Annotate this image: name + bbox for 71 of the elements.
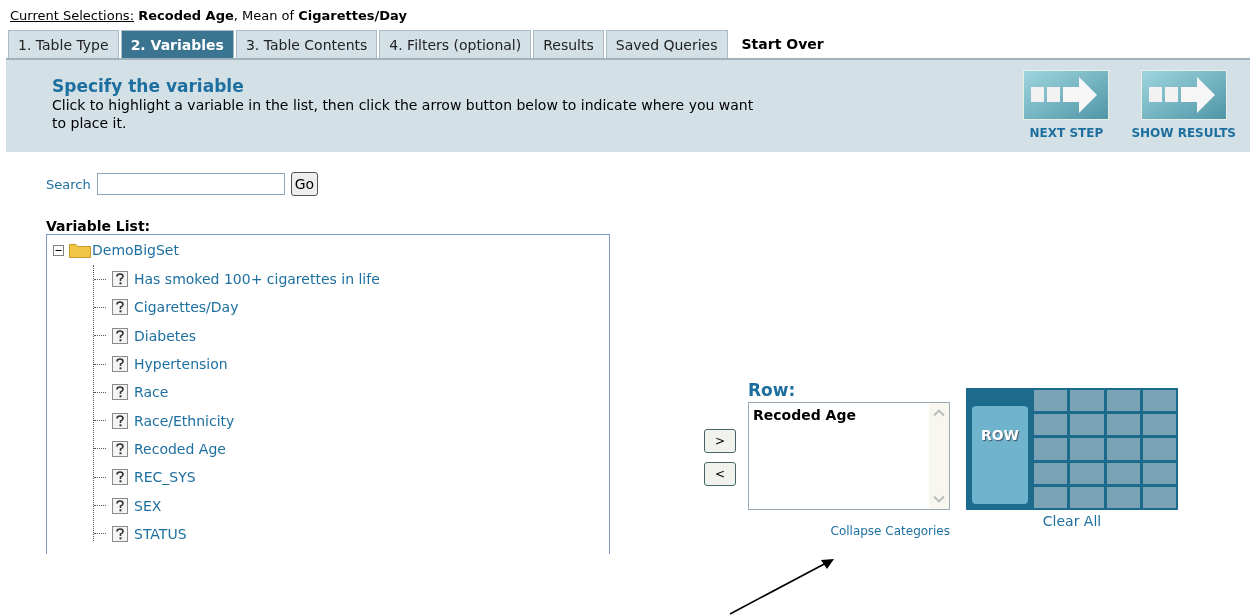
go-button[interactable]: Go [290,172,319,196]
grid-cell [1106,462,1140,484]
question-mark-icon [112,412,128,429]
current-selections-text: Recoded Age, Mean of Cigarettes/Day [138,8,407,23]
grid-cell [1034,390,1068,412]
grid-cell [1106,486,1140,508]
grid-cell [1070,486,1104,508]
grid-cell [1034,486,1068,508]
grid-cell [1142,414,1176,436]
arrow-button-icon[interactable] [1023,70,1110,120]
row-zone: ROW [972,406,1028,504]
question-mark-icon [112,327,128,344]
arrow-button-icon[interactable] [1140,70,1227,120]
current-selections-link[interactable]: Current Selections: [10,8,135,23]
variable-list-label: Variable List: [46,218,152,234]
grid-cell [1106,414,1140,436]
tree-variable-item[interactable]: Diabetes [134,327,197,344]
tab[interactable]: 4. Filters (optional) [379,30,532,58]
folder-icon [69,242,91,258]
tree-variable-item[interactable]: Hypertension [134,356,228,373]
tree-variable-item[interactable]: SEX [134,497,162,514]
tab[interactable]: 3. Table Contents [235,30,378,58]
start-over-link[interactable]: Start Over [729,30,836,58]
grid-cell [1106,390,1140,412]
grid-cell [1070,462,1104,484]
grid-cell [1142,438,1176,460]
question-mark-icon [112,469,128,486]
question-mark-icon [112,299,128,316]
question-mark-icon [112,384,128,401]
grid-cell [1070,438,1104,460]
tree-variable-item[interactable]: Has smoked 100+ cigarettes in life [134,271,380,288]
row-label: Row: [748,380,796,400]
collapse-icon[interactable] [53,244,64,256]
move-button[interactable]: < [704,462,736,486]
question-mark-icon [112,440,128,457]
grid-cell [1034,414,1068,436]
row-listbox[interactable]: Recoded Age [748,402,950,510]
search-field[interactable] [96,173,285,195]
tree-variable-item[interactable]: Recoded Age [134,440,226,457]
tree-variable-item[interactable]: STATUS [134,525,187,542]
grid-cell [1106,438,1140,460]
tree-variable-item[interactable]: Race/Ethnicity [134,412,235,429]
grid-cell [1034,438,1068,460]
tree-variable-item[interactable]: REC_SYS [134,469,196,486]
question-mark-icon [112,271,128,288]
grid-cell [1142,462,1176,484]
search-label: Search [46,176,91,192]
grid-cell [1034,462,1068,484]
tab[interactable]: Results [533,30,604,58]
instructions-text: Click to highlight a variable in the list, then click the arrow button below to indicate where you want to place it. [52,96,755,132]
grid-cell [1070,414,1104,436]
step-button[interactable]: NEXT STEP [1029,126,1104,140]
clear-all-link[interactable]: Clear All [1042,513,1102,529]
tree-variable-item[interactable]: Race [134,384,169,401]
question-mark-icon [112,497,128,514]
tree-folder-item[interactable]: DemoBigSet [92,242,179,258]
section-title: Specify the variable [52,76,245,96]
tab[interactable]: 1. Table Type [8,30,119,58]
row-variable-item[interactable]: Recoded Age [753,407,925,423]
scrollbar[interactable] [929,403,949,509]
grid-cell [1142,486,1176,508]
question-mark-icon [112,525,128,542]
tree-variable-item[interactable]: Cigarettes/Day [134,299,239,316]
move-button[interactable]: > [704,429,736,453]
collapse-categories-link[interactable]: Collapse Categories [830,524,950,538]
step-button[interactable]: SHOW RESULTS [1131,126,1236,140]
tab[interactable]: Saved Queries [605,30,728,58]
grid-cell [1142,390,1176,412]
question-mark-icon [112,356,128,373]
grid-cell [1070,390,1104,412]
tab[interactable]: 2. Variables [120,30,234,58]
